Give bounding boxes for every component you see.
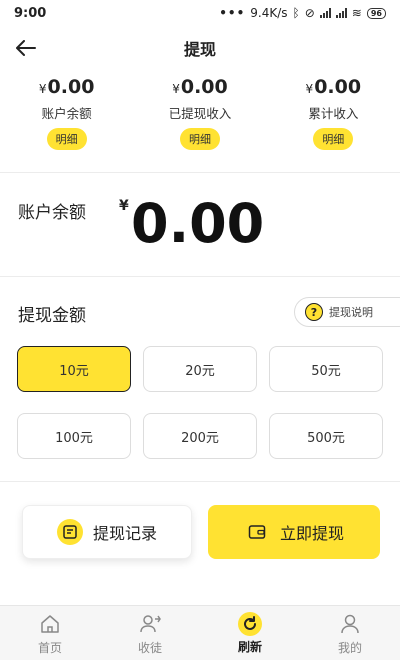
balance-currency: ¥ — [119, 198, 129, 214]
back-button[interactable] — [12, 34, 40, 62]
summary-label: 累计收入 — [308, 106, 359, 121]
withdraw-now-button[interactable]: 立即提现 — [208, 505, 380, 559]
withdraw-label: 立即提现 — [279, 524, 344, 543]
tab-refresh[interactable]: 刷新 — [200, 606, 300, 660]
mute-icon: ⊘ — [304, 6, 315, 20]
signal-icon-2 — [335, 8, 347, 18]
summary-value: ¥0.00 — [172, 76, 228, 98]
summary-label: 已提现收入 — [168, 106, 232, 121]
add-user-icon — [137, 611, 163, 637]
detail-button[interactable]: 明细 — [179, 128, 220, 150]
amount-option-50[interactable]: 50元 — [269, 346, 383, 392]
home-icon — [37, 611, 63, 637]
nav-bar: 提现 — [0, 28, 400, 68]
status-indicators: ••• 9.4K/s ᛒ ⊘ ≋ 96 — [219, 6, 386, 20]
status-time: 9:00 — [14, 5, 47, 21]
summary-label: 账户余额 — [41, 106, 92, 121]
help-label: 提现说明 — [329, 306, 373, 319]
summary-total-income: ¥0.00 累计收入 明细 — [267, 76, 400, 160]
amount-option-500[interactable]: 500元 — [269, 413, 383, 459]
profile-icon — [337, 611, 363, 637]
divider — [0, 276, 400, 277]
tab-label: 刷新 — [237, 639, 262, 654]
tab-label: 我的 — [337, 640, 362, 655]
amount-option-200[interactable]: 200元 — [143, 413, 257, 459]
summary-row: ¥0.00 账户余额 明细 ¥0.00 已提现收入 明细 ¥0.00 累计收入 … — [0, 76, 400, 160]
amount-option-20[interactable]: 20元 — [143, 346, 257, 392]
arrow-left-icon — [16, 40, 36, 56]
network-speed: 9.4K/s — [250, 6, 288, 20]
question-icon: ? — [305, 303, 323, 321]
summary-withdrawn-income: ¥0.00 已提现收入 明细 — [133, 76, 266, 160]
withdraw-help-button[interactable]: ? 提现说明 — [294, 297, 400, 327]
refresh-icon — [238, 611, 262, 636]
amount-option-100[interactable]: 100元 — [17, 413, 131, 459]
notification-dots: ••• — [219, 6, 246, 20]
balance-label: 账户余额 — [18, 203, 86, 223]
summary-value: ¥0.00 — [305, 76, 362, 98]
tab-home[interactable]: 首页 — [0, 606, 100, 660]
bluetooth-icon: ᛒ — [292, 6, 300, 20]
signal-icon — [319, 8, 331, 18]
amount-label: 提现金额 — [18, 306, 86, 326]
tab-label: 收徒 — [137, 640, 162, 655]
divider — [0, 172, 400, 173]
detail-button[interactable]: 明细 — [46, 128, 87, 150]
tab-recruit[interactable]: 收徒 — [100, 606, 200, 660]
tab-profile[interactable]: 我的 — [300, 606, 400, 660]
battery-icon: 96 — [366, 7, 386, 19]
record-icon — [56, 519, 83, 545]
wifi-icon: ≋ — [351, 6, 362, 20]
amount-option-10[interactable]: 10元 — [17, 346, 131, 392]
summary-account-balance: ¥0.00 账户余额 明细 — [0, 76, 133, 160]
detail-button[interactable]: 明细 — [313, 128, 354, 150]
summary-value: ¥0.00 — [38, 76, 95, 98]
status-bar: 9:00 ••• 9.4K/s ᛒ ⊘ ≋ 96 — [0, 0, 400, 26]
tab-label: 首页 — [37, 640, 62, 655]
divider — [0, 481, 400, 482]
tab-bar: 首页 收徒 刷新 我的 — [0, 605, 400, 660]
withdraw-record-button[interactable]: 提现记录 — [22, 505, 192, 559]
page-title: 提现 — [183, 40, 216, 59]
record-label: 提现记录 — [92, 524, 157, 543]
wallet-icon — [244, 519, 270, 545]
balance-value: 0.00 — [131, 192, 265, 255]
